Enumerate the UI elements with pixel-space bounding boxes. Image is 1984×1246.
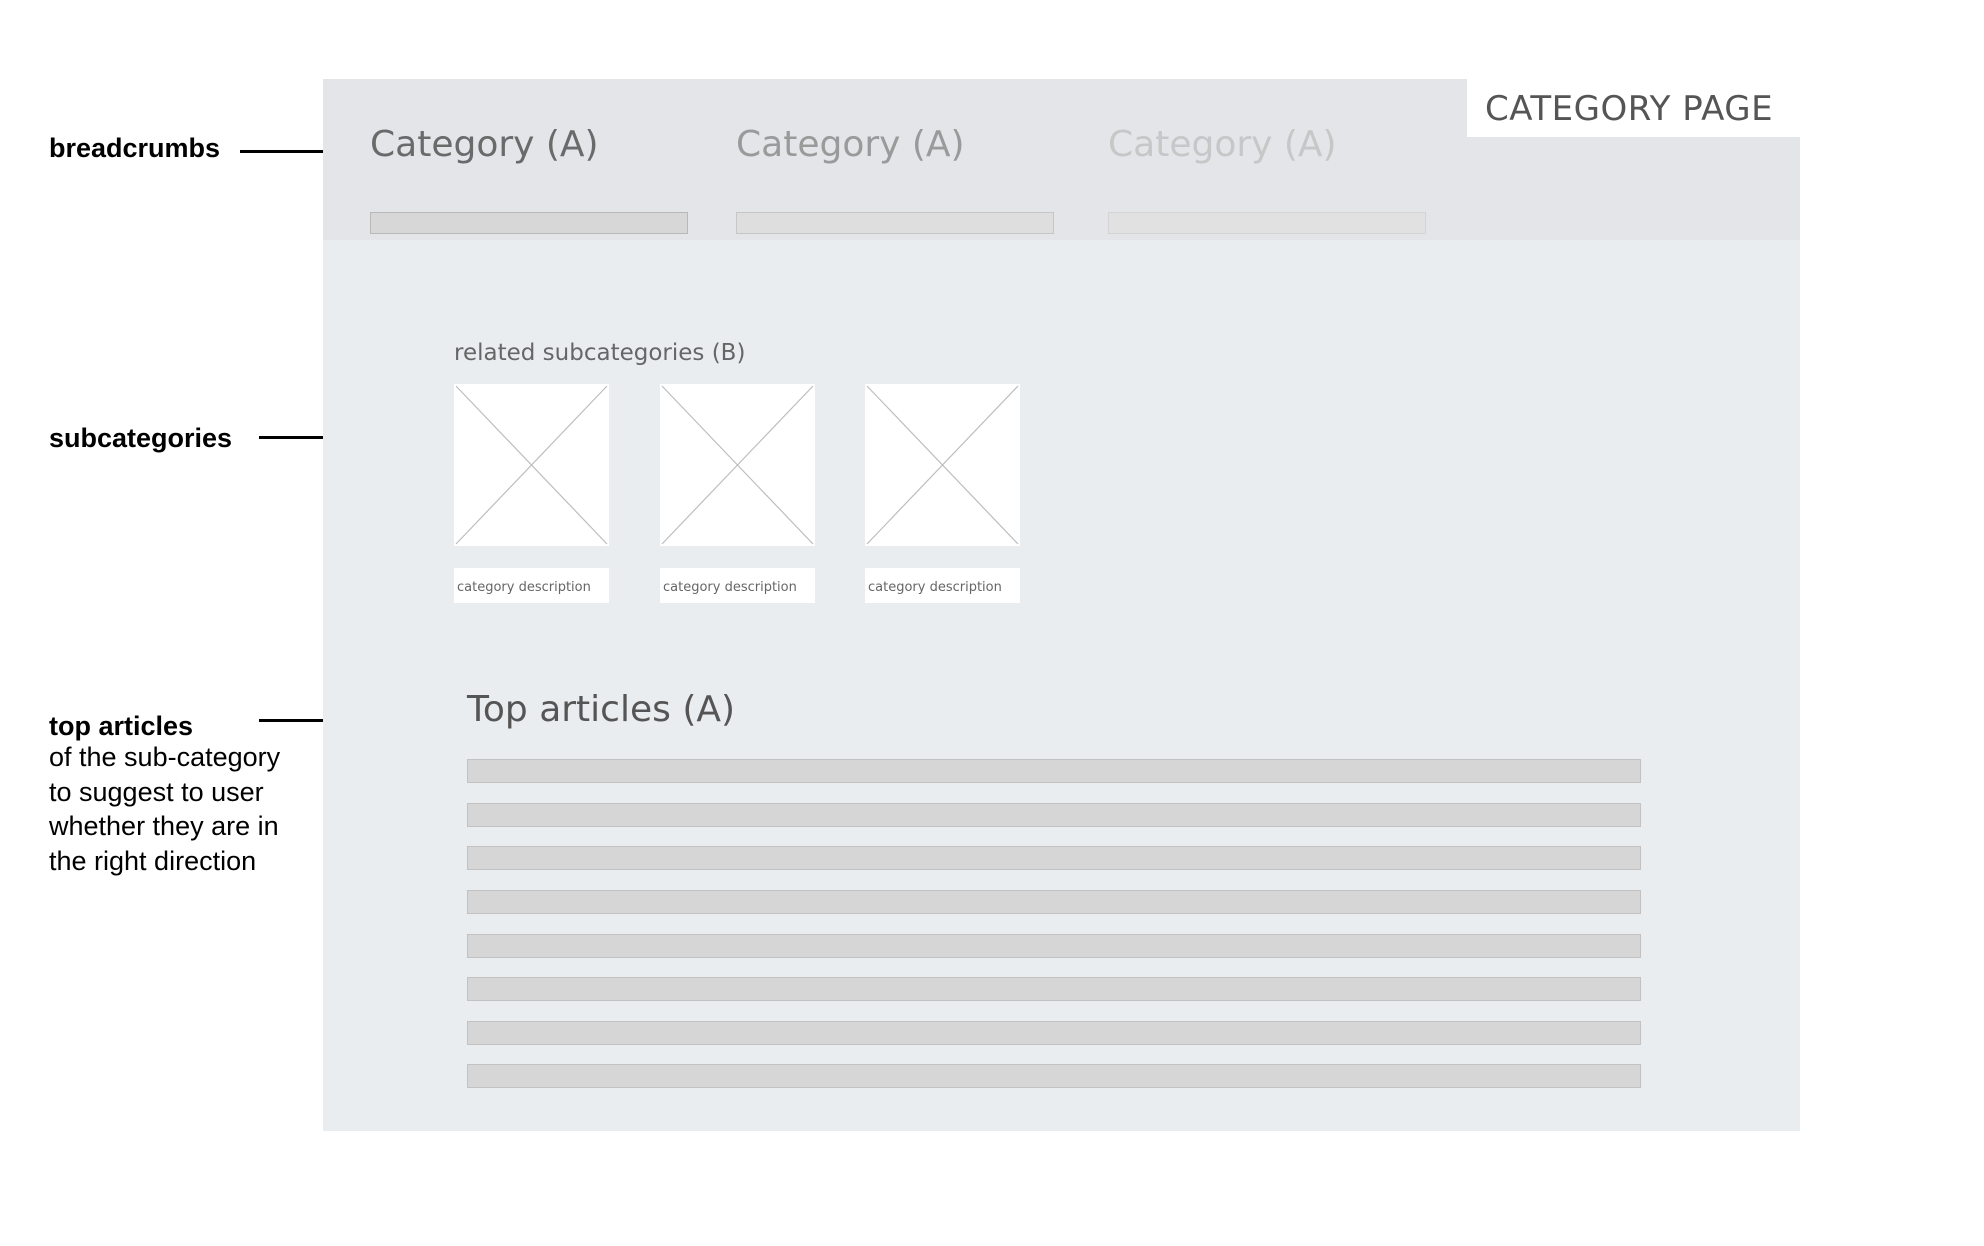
breadcrumb-placeholder-bar	[1108, 212, 1426, 234]
article-placeholder-bar[interactable]	[467, 1064, 1641, 1088]
category-page-wireframe: Category (A) Category (A) Category (A) C…	[323, 79, 1800, 1131]
breadcrumbs-annotation-label: breadcrumbs	[49, 133, 221, 163]
image-placeholder-icon	[660, 384, 815, 546]
article-placeholder-bar[interactable]	[467, 803, 1641, 827]
article-placeholder-bar[interactable]	[467, 1021, 1641, 1045]
annotation-desc-line: whether they are in	[49, 811, 279, 841]
page-title: CATEGORY PAGE	[1485, 89, 1774, 129]
article-placeholder-bar[interactable]	[467, 977, 1641, 1001]
subcategory-tile[interactable]: category description	[865, 384, 1020, 603]
breadcrumb-label: Category (A)	[736, 124, 965, 165]
page-title-tag: CATEGORY PAGE	[1467, 79, 1800, 137]
subcategory-description: category description	[660, 568, 815, 603]
subcategory-tile[interactable]: category description	[454, 384, 609, 603]
image-placeholder-icon	[454, 384, 609, 546]
top-articles-heading: Top articles (A)	[467, 689, 736, 730]
article-placeholder-bar[interactable]	[467, 759, 1641, 783]
article-placeholder-bar[interactable]	[467, 846, 1641, 870]
subcategory-tile[interactable]: category description	[660, 384, 815, 603]
top-articles-annotation-description: of the sub-category to suggest to user w…	[49, 740, 309, 878]
article-placeholder-bar[interactable]	[467, 890, 1641, 914]
image-placeholder-icon	[865, 384, 1020, 546]
annotation-desc-line: of the sub-category	[49, 742, 281, 772]
subcategory-description: category description	[865, 568, 1020, 603]
breadcrumb-item[interactable]: Category (A)	[370, 123, 690, 234]
article-placeholder-bar[interactable]	[467, 934, 1641, 958]
top-articles-annotation-label: top articles	[49, 711, 194, 741]
breadcrumb-label: Category (A)	[1108, 124, 1337, 165]
breadcrumb-label: Category (A)	[370, 124, 599, 165]
subcategories-heading: related subcategories (B)	[454, 340, 746, 366]
breadcrumb-placeholder-bar	[736, 212, 1054, 234]
breadcrumb-item[interactable]: Category (A)	[736, 123, 1056, 234]
breadcrumb-item[interactable]: Category (A)	[1108, 123, 1428, 234]
breadcrumb-header: Category (A) Category (A) Category (A) C…	[323, 79, 1800, 240]
annotation-desc-line: to suggest to user	[49, 776, 264, 807]
annotation-desc-line: the right direction	[49, 845, 257, 876]
subcategory-description: category description	[454, 568, 609, 603]
subcategories-annotation-label: subcategories	[49, 423, 233, 453]
breadcrumb-placeholder-bar	[370, 212, 688, 234]
